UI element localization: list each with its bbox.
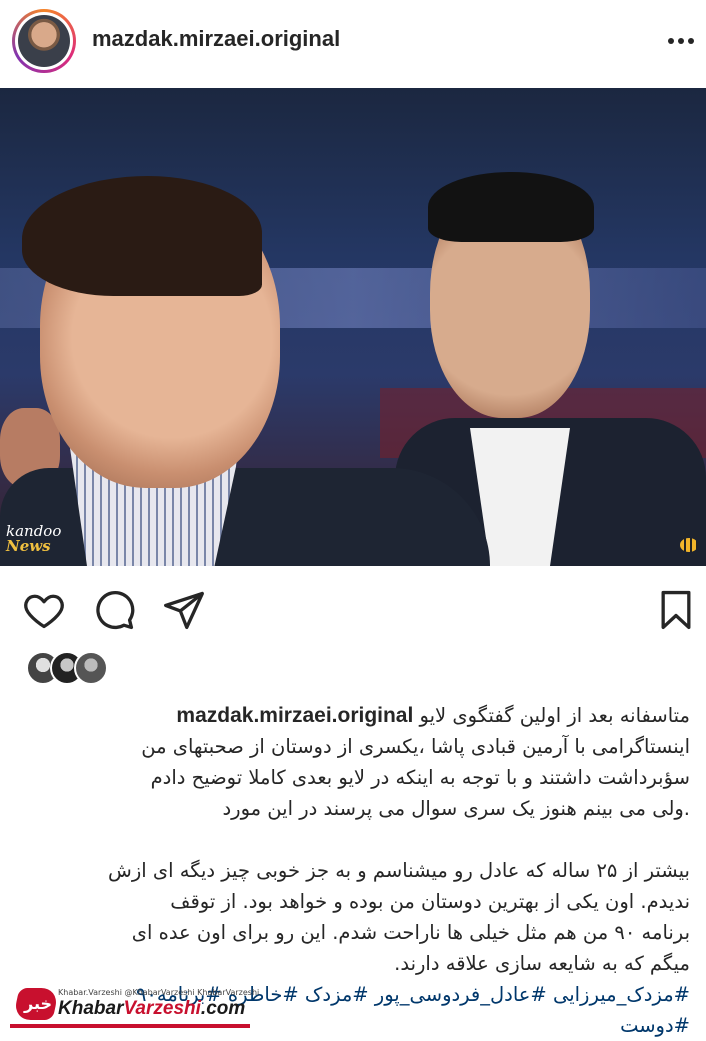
caption-line: ندیدم. اون یکی از بهترین دوستان من بوده … bbox=[170, 890, 690, 913]
watermark-site: KhabarVarzeshi.com bbox=[58, 998, 246, 1019]
liker-avatar bbox=[74, 651, 108, 685]
avatar-image bbox=[18, 15, 70, 67]
caption-username[interactable]: mazdak.mirzaei.original bbox=[176, 704, 413, 727]
action-bar bbox=[0, 582, 706, 634]
profile-avatar[interactable] bbox=[12, 9, 76, 73]
ellipsis-horizontal-icon[interactable] bbox=[668, 38, 696, 46]
image-watermark: kandoo News bbox=[6, 522, 62, 555]
caption-line: برنامه ۹۰ من هم مثل خیلی ها ناراحت شدم. … bbox=[131, 921, 690, 944]
caption-line: میگم که به شایعه سازی علاقه دارند. bbox=[394, 952, 690, 975]
bookmark-icon[interactable] bbox=[654, 588, 698, 632]
watermark-handles: Khabar.Varzeshi @KhabarVarzeshi KhabarVa… bbox=[58, 988, 260, 997]
caption-line: اینستاگرامی با آرمین قبادی پاشا ،یکسری ا… bbox=[141, 735, 690, 758]
site-watermark: خبر Khabar.Varzeshi @KhabarVarzeshi Khab… bbox=[0, 982, 290, 1033]
paper-plane-icon[interactable] bbox=[162, 588, 206, 632]
post-header: mazdak.mirzaei.original bbox=[0, 0, 706, 86]
heart-icon[interactable] bbox=[22, 588, 66, 632]
liked-by-avatars[interactable] bbox=[26, 651, 146, 685]
post-image[interactable]: kandoo News bbox=[0, 88, 706, 566]
caption-line: بیشتر از ۲۵ ساله که عادل رو میشناسم و به… bbox=[108, 859, 690, 882]
caption-line: متاسفانه بعد از اولین گفتگوی لایو bbox=[419, 704, 690, 727]
caption-line: سؤبرداشت داشتند و با توجه به اینکه در لا… bbox=[150, 766, 690, 789]
caption-line: .ولی می بینم هنوز یک سری سوال می پرسند د… bbox=[222, 797, 690, 820]
comment-bubble-icon[interactable] bbox=[92, 588, 136, 632]
post-username[interactable]: mazdak.mirzaei.original bbox=[92, 26, 340, 52]
bee-logo-icon bbox=[680, 538, 698, 552]
